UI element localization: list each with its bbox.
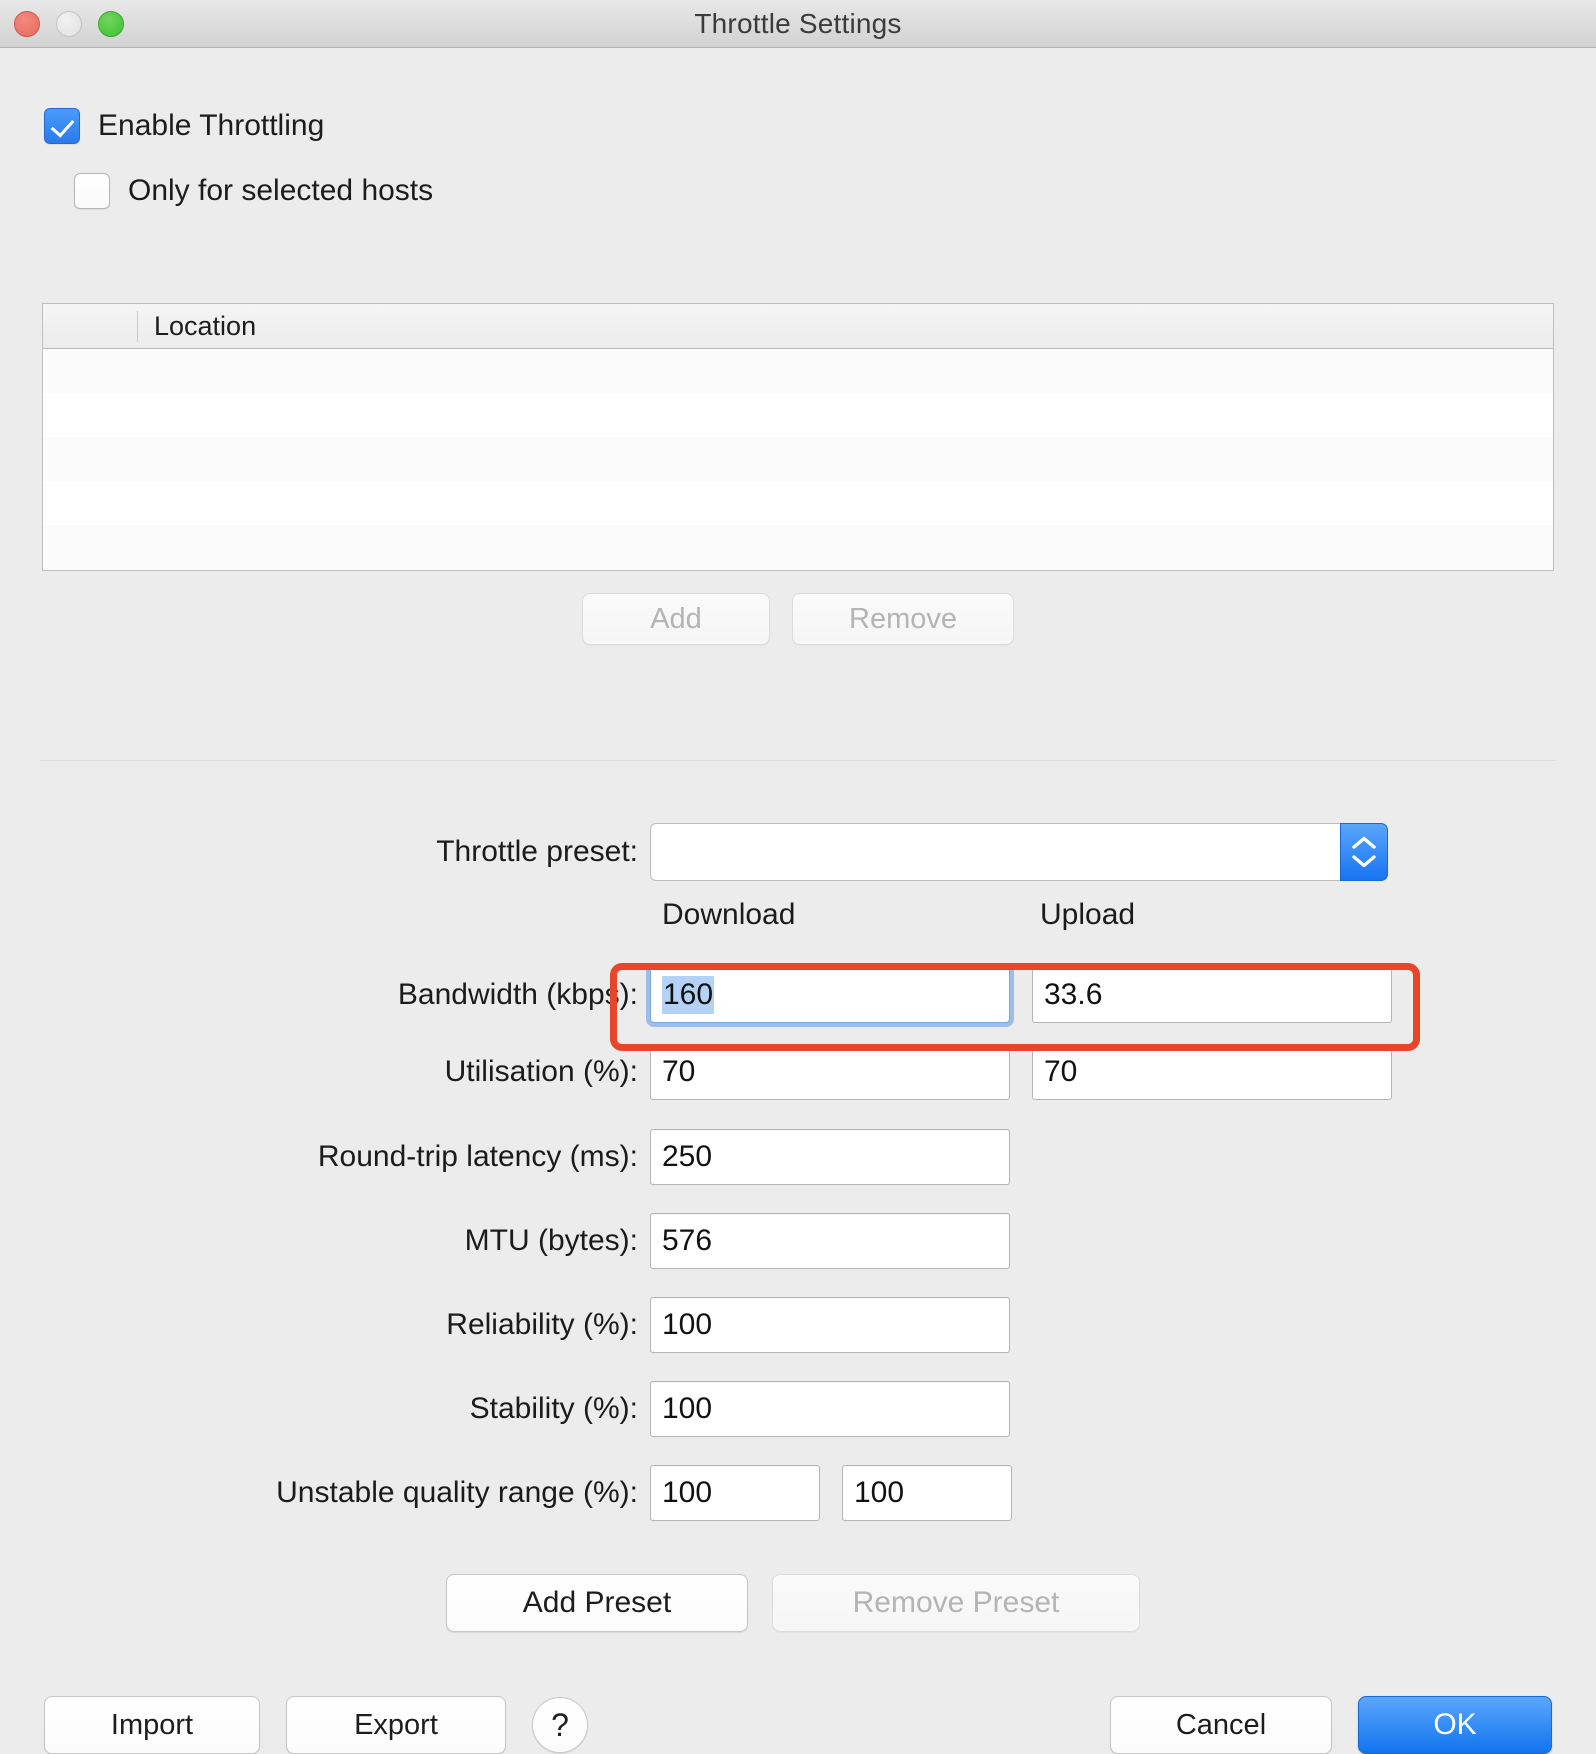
stability-label: Stability (%): — [469, 1392, 638, 1425]
reliability-row: Reliability (%): 100 — [0, 1296, 1596, 1354]
reliability-label: Reliability (%): — [446, 1308, 638, 1341]
remove-button[interactable]: Remove — [792, 593, 1014, 645]
unstable-quality-min-input[interactable]: 100 — [650, 1465, 820, 1521]
round-trip-latency-input[interactable]: 250 — [650, 1129, 1010, 1185]
remove-preset-button[interactable]: Remove Preset — [772, 1574, 1140, 1632]
throttle-preset-label: Throttle preset: — [436, 835, 638, 868]
export-button[interactable]: Export — [286, 1696, 506, 1754]
enable-throttling-label: Enable Throttling — [98, 109, 325, 142]
utilisation-download-input[interactable]: 70 — [650, 1044, 1010, 1100]
round-trip-latency-label: Round-trip latency (ms): — [317, 1140, 638, 1173]
hosts-table[interactable]: Location — [42, 303, 1554, 571]
chevron-down-icon — [1352, 855, 1376, 868]
table-row[interactable] — [43, 525, 1553, 569]
download-column-header: Download — [662, 898, 796, 931]
stability-input[interactable]: 100 — [650, 1381, 1010, 1437]
unstable-quality-max-input[interactable]: 100 — [842, 1465, 1012, 1521]
table-row[interactable] — [43, 393, 1553, 437]
table-row[interactable] — [43, 437, 1553, 481]
section-divider — [40, 760, 1556, 761]
bandwidth-download-value: 160 — [662, 976, 715, 1014]
close-button[interactable] — [14, 11, 40, 37]
stability-row: Stability (%): 100 — [0, 1380, 1596, 1438]
only-selected-hosts-row[interactable]: Only for selected hosts — [74, 173, 433, 209]
zoom-button[interactable] — [98, 11, 124, 37]
bandwidth-upload-input[interactable]: 33.6 — [1032, 967, 1392, 1023]
unstable-quality-range-label: Unstable quality range (%): — [276, 1476, 638, 1509]
import-button[interactable]: Import — [44, 1696, 260, 1754]
table-header-row: Location — [43, 304, 1553, 349]
throttle-preset-value[interactable] — [650, 823, 1340, 881]
only-selected-hosts-label: Only for selected hosts — [128, 174, 434, 207]
cancel-button[interactable]: Cancel — [1110, 1696, 1332, 1754]
bandwidth-row: Bandwidth (kbps): 160 33.6 — [0, 966, 1596, 1024]
page-title: Throttle Settings — [694, 7, 902, 39]
unstable-quality-range-row: Unstable quality range (%): 100 100 — [0, 1464, 1596, 1522]
mtu-row: MTU (bytes): 576 — [0, 1212, 1596, 1270]
enable-throttling-checkbox[interactable] — [44, 108, 80, 144]
utilisation-row: Utilisation (%): 70 70 — [0, 1043, 1596, 1101]
footer-right-actions: Cancel OK — [1110, 1696, 1552, 1754]
bandwidth-download-input[interactable]: 160 — [650, 967, 1010, 1023]
utilisation-label: Utilisation (%): — [444, 1055, 638, 1088]
dialog-body: Enable Throttling Only for selected host… — [0, 48, 1596, 1754]
throttle-preset-stepper[interactable] — [1340, 823, 1388, 881]
add-button[interactable]: Add — [582, 593, 770, 645]
list-actions: Add Remove — [42, 593, 1554, 645]
mtu-input[interactable]: 576 — [650, 1213, 1010, 1269]
table-header-blank — [43, 304, 137, 349]
utilisation-upload-input[interactable]: 70 — [1032, 1044, 1392, 1100]
preset-actions: Add Preset Remove Preset — [446, 1574, 1140, 1632]
enable-throttling-row[interactable]: Enable Throttling — [44, 108, 324, 144]
upload-column-header: Upload — [1040, 898, 1136, 931]
mtu-label: MTU (bytes): — [464, 1224, 638, 1257]
only-selected-hosts-checkbox[interactable] — [74, 173, 110, 209]
footer-left-actions: Import Export ? — [44, 1696, 588, 1754]
reliability-input[interactable]: 100 — [650, 1297, 1010, 1353]
throttle-preset-row: Throttle preset: — [0, 823, 1596, 881]
table-header-location[interactable]: Location — [138, 311, 256, 342]
help-icon[interactable]: ? — [532, 1697, 588, 1753]
add-preset-button[interactable]: Add Preset — [446, 1574, 748, 1632]
round-trip-latency-row: Round-trip latency (ms): 250 — [0, 1128, 1596, 1186]
throttle-preset-combobox[interactable] — [650, 823, 1388, 881]
window-controls — [14, 0, 124, 48]
table-row[interactable] — [43, 481, 1553, 525]
table-body[interactable] — [43, 349, 1553, 570]
window-titlebar: Throttle Settings — [0, 0, 1596, 48]
ok-button[interactable]: OK — [1358, 1696, 1552, 1754]
table-row[interactable] — [43, 349, 1553, 393]
bandwidth-label: Bandwidth (kbps): — [397, 978, 638, 1011]
chevron-up-icon — [1352, 836, 1376, 849]
minimize-button[interactable] — [56, 11, 82, 37]
